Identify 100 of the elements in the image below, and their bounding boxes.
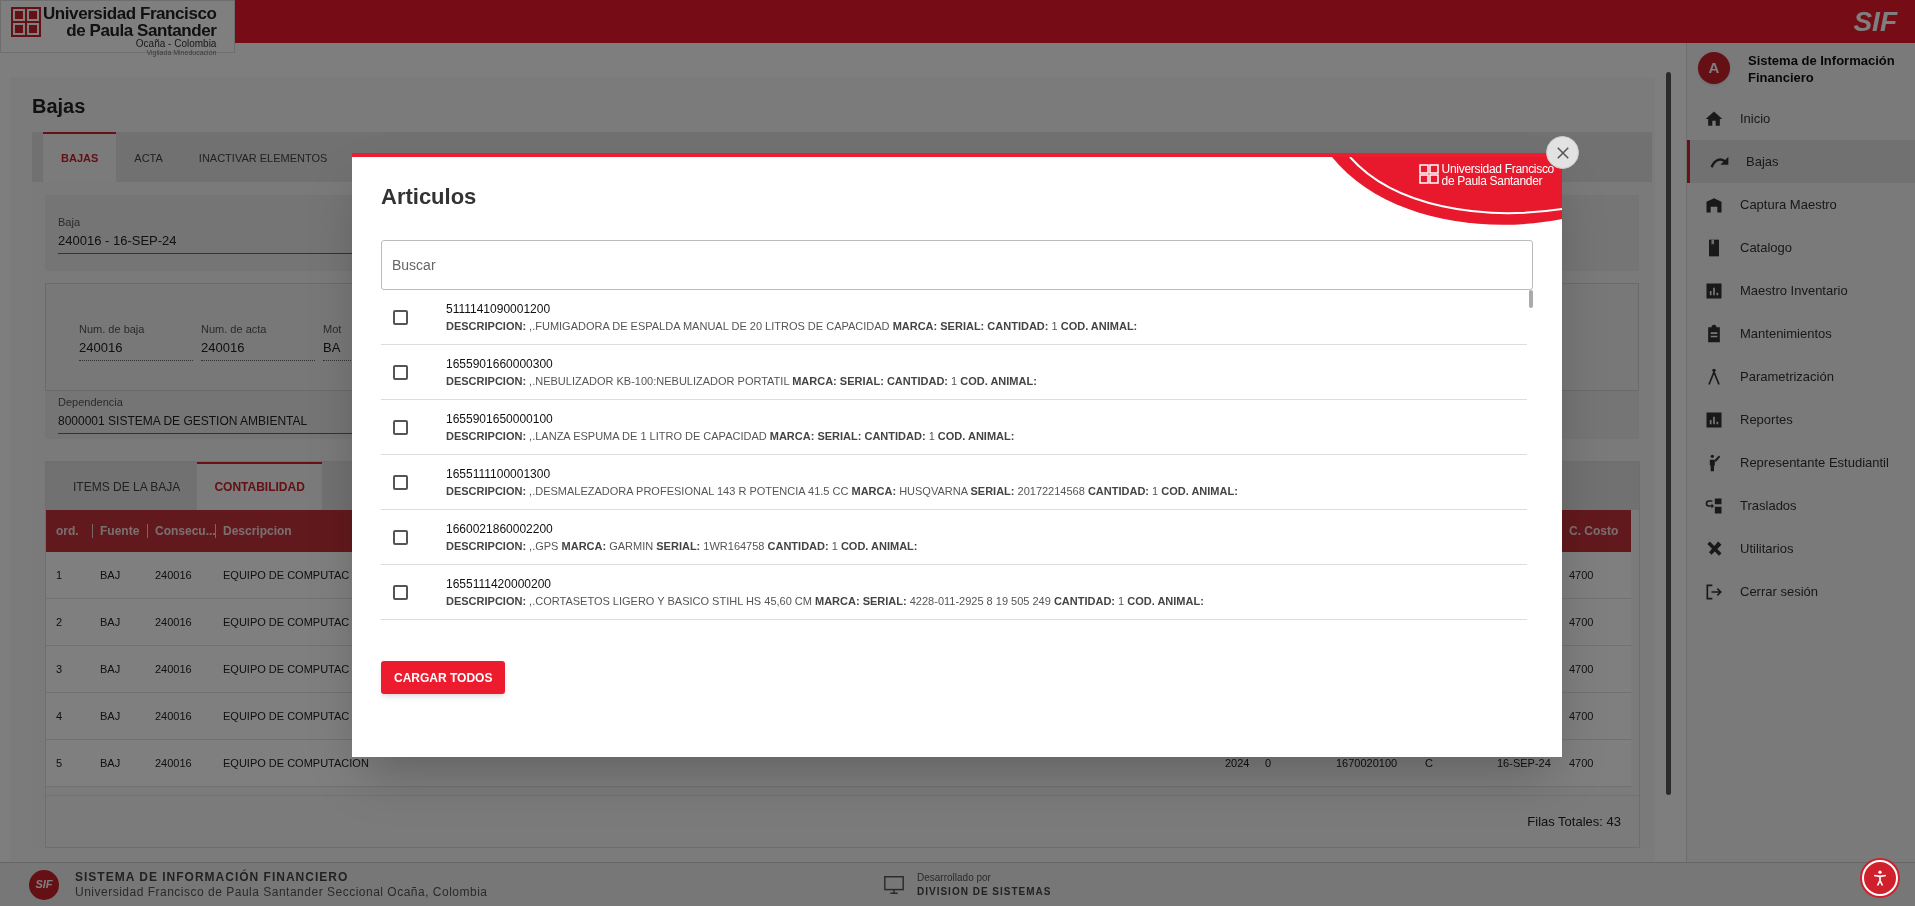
item-code: 1655901660000300 <box>446 355 554 373</box>
sidebar-item[interactable]: Representante Estudiantil <box>1687 441 1915 484</box>
table-cell-text: 4700 <box>1569 567 1594 583</box>
list-item[interactable]: 1655901650000100 DESCRIPCION: ,.LANZA ESPUMA DE 1 LITRO DE CAPACIDAD MARCA: SERIAL: CANTIDAD: 1 COD. ANIMAL: <box>381 400 1527 455</box>
sidebar-item[interactable]: Utilitarios <box>1687 527 1915 570</box>
logo-text: de Paula Santander <box>1441 175 1544 187</box>
avatar: A <box>1698 52 1730 84</box>
sidebar-item[interactable]: Parametrización <box>1687 355 1915 398</box>
sidebar-item[interactable]: Bajas <box>1687 140 1915 183</box>
field-label: Mot <box>323 322 343 336</box>
table-cell-text: 2024 <box>1225 755 1250 771</box>
table-cell-text: EQUIPO DE COMPUTAC <box>223 661 350 677</box>
emblem-icon <box>1418 164 1439 184</box>
footer-title: SISTEMA DE INFORMACIÓN FINANCIERO <box>75 869 350 885</box>
item-code: 1655901650000100 <box>446 410 554 428</box>
emblem-icon <box>11 7 41 37</box>
item-description: DESCRIPCION: ,.GPS MARCA: GARMIN SERIAL: 1WR164758 CANTIDAD: 1 COD. ANIMAL: <box>446 538 918 554</box>
checkbox[interactable] <box>393 364 408 380</box>
item-code: 5111141090001200 <box>446 300 552 318</box>
tab[interactable]: CONTABILIDAD <box>197 462 322 510</box>
sidebar-item[interactable]: Maestro Inventario <box>1687 269 1915 312</box>
sidebar-item[interactable]: Inicio <box>1687 97 1915 140</box>
logo-text: Universidad Francisco <box>1441 163 1554 175</box>
sidebar-item[interactable]: Mantenimientos <box>1687 312 1915 355</box>
scrollbar <box>1529 290 1533 308</box>
table-cell-text: BAJ <box>100 661 121 677</box>
table-cell-text: 4700 <box>1569 755 1594 771</box>
tab[interactable]: ACTA <box>116 132 181 182</box>
item-code: 1655111420000200 <box>446 575 552 593</box>
table-cell-text: 4 <box>56 708 63 724</box>
table-cell-text: 240016 <box>155 567 192 583</box>
item-code: 1660021860002200 <box>446 520 554 538</box>
sidebar-item[interactable]: Cerrar sesión <box>1687 570 1915 613</box>
curved-arrow-icon <box>1710 155 1730 168</box>
item-code: 1655111100001300 <box>446 465 552 483</box>
table-cell-text: 0 <box>1265 755 1272 771</box>
checkbox[interactable] <box>393 529 408 545</box>
column-header: Descripcion <box>223 523 292 540</box>
sidebar-item[interactable]: Captura Maestro <box>1687 183 1915 226</box>
table-cell-text: C <box>1425 755 1433 771</box>
checkbox[interactable] <box>393 584 408 600</box>
list-item[interactable]: 5111141090001200 DESCRIPCION: ,.FUMIGADORA DE ESPALDA MANUAL DE 20 LITROS DE CAPACIDAD MARCA: SERIAL: CANTIDAD: 1 COD. ANIMAL: <box>381 290 1527 345</box>
sidebar-item[interactable]: Reportes <box>1687 398 1915 441</box>
table-cell-text: 240016 <box>155 755 192 771</box>
field-value: 240016 <box>79 336 193 361</box>
tab[interactable]: INACTIVAR ELEMENTOS <box>180 132 346 182</box>
field-label: Num. de baja <box>79 322 146 336</box>
field-label: Num. de acta <box>201 322 268 336</box>
logo-text: de Paula Santander <box>66 22 217 39</box>
accessibility-button[interactable] <box>1862 860 1898 896</box>
monitor-icon <box>883 873 905 896</box>
table-cell-text: EQUIPO DE COMPUTAC <box>223 614 350 630</box>
table-cell-text: 16-SEP-24 <box>1497 755 1551 771</box>
table-cell-text: 240016 <box>155 661 192 677</box>
table-cell-text: 4700 <box>1569 614 1594 630</box>
checkbox[interactable] <box>393 419 408 435</box>
load-all-button[interactable]: CARGAR TODOS <box>381 661 506 694</box>
checkbox[interactable] <box>393 309 408 325</box>
field-label: Baja <box>58 215 82 229</box>
checkbox[interactable] <box>393 474 408 490</box>
table-cell-text: BAJ <box>100 567 121 583</box>
item-description: DESCRIPCION: ,.NEBULIZADOR KB-100:NEBULIZADOR PORTATIL MARCA: SERIAL: CANTIDAD: 1 COD. ANIMAL: <box>446 373 1037 389</box>
item-description: DESCRIPCION: ,.FUMIGADORA DE ESPALDA MANUAL DE 20 LITROS DE CAPACIDAD MARCA: SERIAL: CANTIDAD: 1 COD. ANIMAL: <box>446 318 1138 334</box>
table-cell-text: EQUIPO DE COMPUTAC <box>223 567 350 583</box>
sidebar-title: Sistema de Información Financiero <box>1748 52 1896 86</box>
modal-title: Articulos <box>381 183 477 211</box>
table-cell-text: 240016 <box>155 708 192 724</box>
logo-text: Universidad Francisco <box>43 5 217 22</box>
table-cell-text: 3 <box>56 661 63 677</box>
page-title: Bajas <box>32 94 87 119</box>
column-header: Fuente <box>100 523 140 540</box>
column-header: C. Costo <box>1569 523 1619 540</box>
sidebar-item[interactable]: Catalogo <box>1687 226 1915 269</box>
table-cell-text: 1670020100 <box>1336 755 1398 771</box>
logo-text: Ocaña - Colombia <box>135 39 217 49</box>
credit-name: DIVISION DE SISTEMAS <box>917 884 1052 899</box>
app-name: SIF <box>1853 4 1897 39</box>
field-label: Dependencia <box>58 395 124 409</box>
list-item[interactable]: 1660021860002200 DESCRIPCION: ,.GPS MARCA: GARMIN SERIAL: 1WR164758 CANTIDAD: 1 COD. ANIMAL: <box>381 510 1527 565</box>
table-cell-text: BAJ <box>100 708 121 724</box>
item-description: DESCRIPCION: ,.CORTASETOS LIGERO Y BASICO STIHL HS 45,60 CM MARCA: SERIAL: 4228-011-2925 8 19 505 249 CANTIDAD: 1 COD. ANIMAL: <box>446 593 1204 609</box>
list-item[interactable]: 1655111100001300 DESCRIPCION: ,.DESMALEZADORA PROFESIONAL 143 R POTENCIA 41.5 CC MARCA: HUSQVARNA SERIAL: 20172214568 CANTIDAD: 1 COD. ANIMAL: <box>381 455 1527 510</box>
search-field[interactable]: Buscar <box>381 240 1533 290</box>
table-cell-text: 4700 <box>1569 708 1594 724</box>
row-count: Filas Totales: 43 <box>1527 812 1621 831</box>
column-header: Consecu... <box>155 523 216 540</box>
table-cell-text: EQUIPO DE COMPUTACION <box>223 755 369 771</box>
tab[interactable]: ITEMS DE LA BAJA <box>56 462 198 510</box>
list-item[interactable]: 1655111420000200 DESCRIPCION: ,.CORTASETOS LIGERO Y BASICO STIHL HS 45,60 CM MARCA: SERIAL: 4228-011-2925 8 19 505 249 CANTIDAD: 1 COD. ANIMAL: <box>381 565 1527 620</box>
table-cell-text: 5 <box>56 755 63 771</box>
table-cell-text: EQUIPO DE COMPUTAC <box>223 708 350 724</box>
list-item[interactable]: 1655901660000300 DESCRIPCION: ,.NEBULIZADOR KB-100:NEBULIZADOR PORTATIL MARCA: SERIAL: CANTIDAD: 1 COD. ANIMAL: <box>381 345 1527 400</box>
credit-label: Desarrollado por <box>917 870 992 885</box>
item-description: DESCRIPCION: ,.DESMALEZADORA PROFESIONAL 143 R POTENCIA 41.5 CC MARCA: HUSQVARNA SERIAL: 20172214568 CANTIDAD: 1 COD. ANIMAL: <box>446 483 1238 499</box>
sidebar-item[interactable]: Traslados <box>1687 484 1915 527</box>
table-cell-text: 2 <box>56 614 63 630</box>
field-value: 240016 <box>201 336 315 361</box>
table-cell-text: 1 <box>56 567 63 583</box>
tab[interactable]: BAJAS <box>43 132 117 182</box>
table-cell-text: BAJ <box>100 614 121 630</box>
